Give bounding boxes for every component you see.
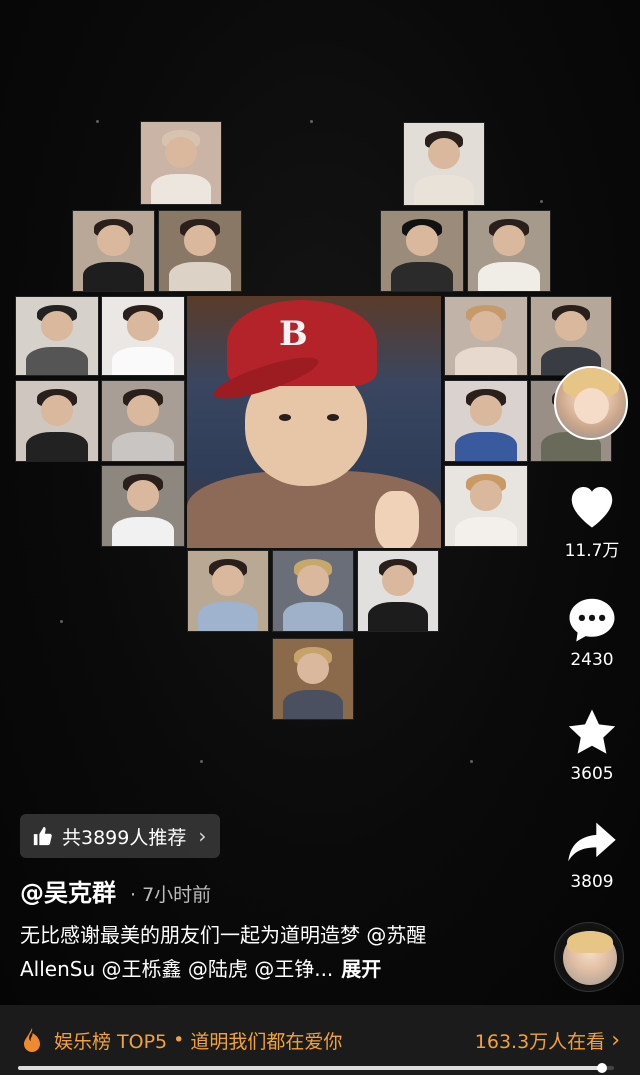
collage-tile <box>467 210 551 292</box>
collage-center-tile: B <box>187 296 441 548</box>
collage-tile <box>72 210 155 292</box>
share-arrow-icon <box>568 822 616 862</box>
heart-icon <box>571 487 613 528</box>
collage-tile <box>272 638 354 720</box>
sparkle <box>200 760 203 763</box>
recommend-pill[interactable]: 共3899人推荐 › <box>20 814 221 858</box>
rank-label: 娱乐榜 TOP5 <box>54 1030 168 1053</box>
separator-dot: • <box>173 1029 185 1051</box>
chevron-right-icon: › <box>198 824 207 848</box>
sparkle <box>310 120 313 123</box>
comment-count: 2430 <box>570 650 614 670</box>
progress-fill <box>18 1066 603 1070</box>
thumbs-up-icon <box>33 826 52 846</box>
favorite-count: 3605 <box>570 764 614 784</box>
collage-tile <box>380 210 464 292</box>
recommend-label: 共3899人推荐 <box>62 826 187 849</box>
collage-tile <box>444 380 528 462</box>
share-button[interactable]: 3809 <box>554 818 630 892</box>
sparkle <box>470 760 473 763</box>
post-time: · 7小时前 <box>130 884 212 906</box>
collage-tile <box>444 465 528 547</box>
author-name[interactable]: @吴克群 <box>20 873 116 908</box>
chevron-right-icon: › <box>611 1027 620 1053</box>
collage-tile <box>530 296 612 376</box>
favorite-button[interactable]: 3605 <box>554 706 630 784</box>
collage-tile <box>101 465 185 547</box>
comment-button[interactable]: 2430 <box>554 594 630 670</box>
collage-tile <box>15 296 99 376</box>
author-row: @吴克群 · 7小时前 <box>20 873 211 908</box>
collage-tile <box>15 380 99 462</box>
sparkle <box>96 120 99 123</box>
post-caption[interactable]: 无比感谢最美的朋友们一起为道明造梦 @苏醒 AllenSu @王栎鑫 @陆虎 @… <box>20 918 500 986</box>
fire-icon <box>24 1028 40 1052</box>
music-disc[interactable] <box>554 922 624 992</box>
eye <box>327 414 339 421</box>
cap-letter: B <box>279 314 308 354</box>
star-icon <box>568 709 616 754</box>
collage-tile <box>272 550 354 632</box>
collage-tile <box>140 121 222 205</box>
peace-sign-hand <box>375 491 419 548</box>
author-avatar[interactable] <box>554 366 628 440</box>
collage-tile <box>444 296 528 376</box>
eye <box>279 414 291 421</box>
video-progress-bar[interactable] <box>18 1063 614 1073</box>
collage-tile <box>357 550 439 632</box>
sparkle <box>60 620 63 623</box>
hot-topic-bar[interactable]: 娱乐榜 TOP5 • 道明我们都在爱你 163.3万人在看 › <box>0 1005 640 1075</box>
viewers-count: 163.3万人在看 <box>474 1030 606 1053</box>
collage-tile <box>101 380 185 462</box>
comment-icon <box>569 598 615 642</box>
like-button[interactable]: 11.7万 <box>554 480 630 561</box>
collage-tile <box>187 550 269 632</box>
expand-link[interactable]: 展开 <box>341 957 381 981</box>
collage-tile <box>403 122 485 206</box>
collage-tile <box>158 210 242 292</box>
sparkle <box>540 200 543 203</box>
collage-tile <box>101 296 185 376</box>
share-count: 3809 <box>570 872 614 892</box>
like-count: 11.7万 <box>564 541 620 561</box>
topic-label: 道明我们都在爱你 <box>190 1030 343 1053</box>
